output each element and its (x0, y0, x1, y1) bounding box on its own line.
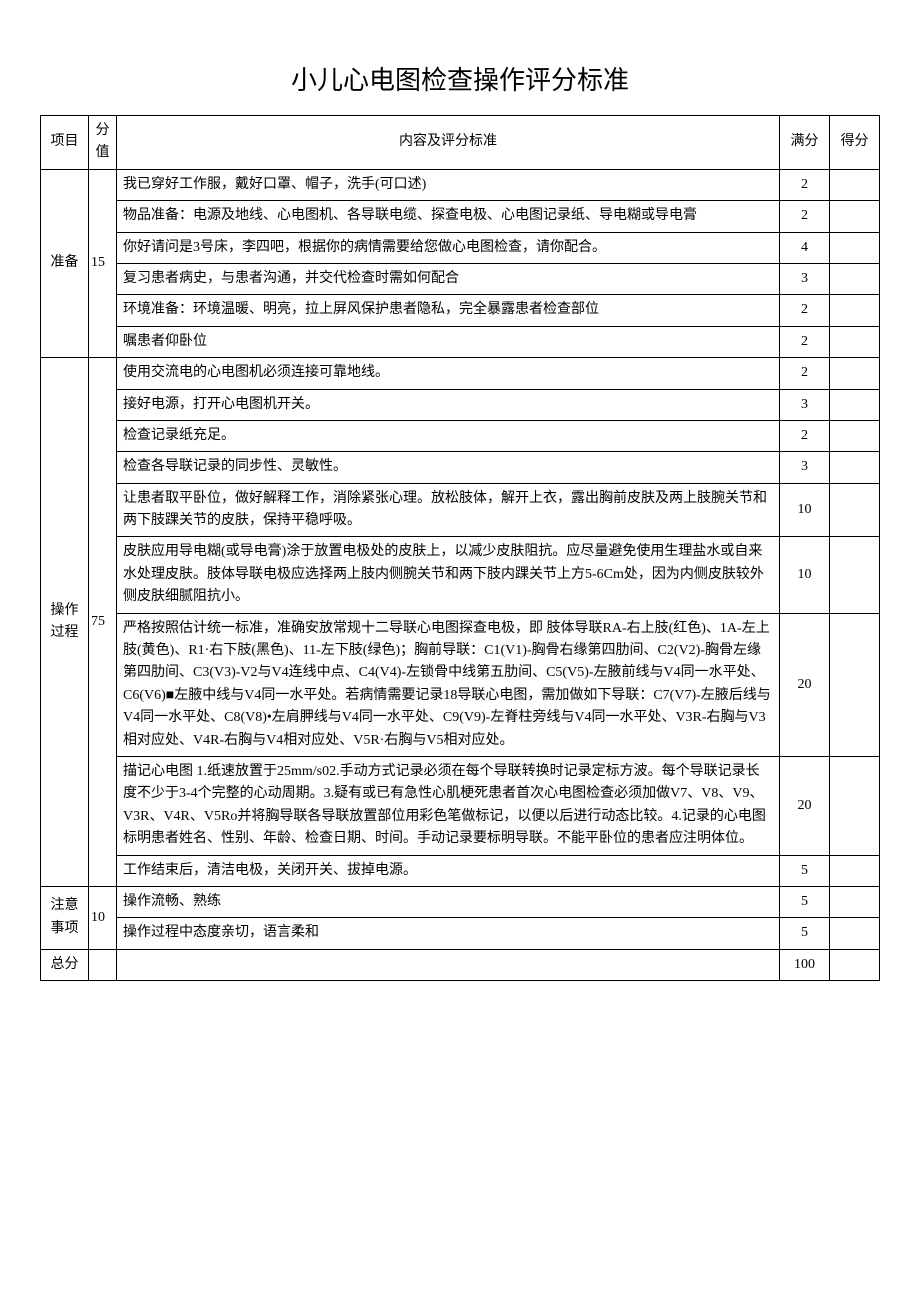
category-cell: 注意事项 (41, 886, 89, 949)
content-cell: 物品准备：电源及地线、心电图机、各导联电缆、探查电极、心电图记录纸、导电糊或导电… (117, 201, 780, 232)
content-cell: 复习患者病史，与患者沟通，并交代检查时需如何配合 (117, 263, 780, 294)
total-content-cell (117, 949, 780, 980)
full-score-cell: 2 (780, 326, 830, 357)
full-score-cell: 2 (780, 201, 830, 232)
total-label-cell: 总分 (41, 949, 89, 980)
score-cell (830, 756, 880, 855)
score-cell (830, 358, 880, 389)
table-row: 检查记录纸充足。2 (41, 420, 880, 451)
score-cell (830, 169, 880, 200)
table-row: 接好电源，打开心电图机开关。3 (41, 389, 880, 420)
content-cell: 接好电源，打开心电图机开关。 (117, 389, 780, 420)
full-score-cell: 20 (780, 613, 830, 756)
table-row: 让患者取平卧位，做好解释工作，消除紧张心理。放松肢体，解开上衣，露出胸前皮肤及两… (41, 483, 880, 537)
table-row: 复习患者病史，与患者沟通，并交代检查时需如何配合3 (41, 263, 880, 294)
full-score-cell: 3 (780, 389, 830, 420)
content-cell: 操作流畅、熟练 (117, 886, 780, 917)
content-cell: 使用交流电的心电图机必须连接可靠地线。 (117, 358, 780, 389)
table-row: 皮肤应用导电糊(或导电膏)涂于放置电极处的皮肤上，以减少皮肤阻抗。应尽量避免使用… (41, 537, 880, 613)
table-row: 你好请问是3号床，李四吧，根据你的病情需要给您做心电图检查，请你配合。4 (41, 232, 880, 263)
full-score-cell: 5 (780, 855, 830, 886)
table-row: 工作结束后，清洁电极，关闭开关、拔掉电源。5 (41, 855, 880, 886)
header-content: 内容及评分标准 (117, 116, 780, 170)
scoring-table: 项目 分值 内容及评分标准 满分 得分 准备15我已穿好工作服，戴好口罩、帽子，… (40, 115, 880, 981)
content-cell: 你好请问是3号床，李四吧，根据你的病情需要给您做心电图检查，请你配合。 (117, 232, 780, 263)
score-cell (830, 326, 880, 357)
full-score-cell: 5 (780, 886, 830, 917)
page-title: 小儿心电图检查操作评分标准 (40, 60, 880, 97)
value-cell: 15 (89, 169, 117, 357)
total-full-cell: 100 (780, 949, 830, 980)
score-cell (830, 232, 880, 263)
full-score-cell: 10 (780, 537, 830, 613)
full-score-cell: 2 (780, 358, 830, 389)
table-row: 操作过程75使用交流电的心电图机必须连接可靠地线。2 (41, 358, 880, 389)
header-score: 得分 (830, 116, 880, 170)
content-cell: 环境准备：环境温暖、明亮，拉上屏风保护患者隐私，完全暴露患者检查部位 (117, 295, 780, 326)
full-score-cell: 3 (780, 263, 830, 294)
content-cell: 我已穿好工作服，戴好口罩、帽子，洗手(可口述) (117, 169, 780, 200)
score-cell (830, 918, 880, 949)
full-score-cell: 2 (780, 420, 830, 451)
content-cell: 嘱患者仰卧位 (117, 326, 780, 357)
score-cell (830, 389, 880, 420)
table-row: 准备15我已穿好工作服，戴好口罩、帽子，洗手(可口述)2 (41, 169, 880, 200)
full-score-cell: 2 (780, 169, 830, 200)
content-cell: 检查记录纸充足。 (117, 420, 780, 451)
full-score-cell: 5 (780, 918, 830, 949)
content-cell: 让患者取平卧位，做好解释工作，消除紧张心理。放松肢体，解开上衣，露出胸前皮肤及两… (117, 483, 780, 537)
value-cell: 75 (89, 358, 117, 887)
score-cell (830, 263, 880, 294)
score-cell (830, 452, 880, 483)
category-cell: 操作过程 (41, 358, 89, 887)
content-cell: 工作结束后，清洁电极，关闭开关、拔掉电源。 (117, 855, 780, 886)
content-cell: 皮肤应用导电糊(或导电膏)涂于放置电极处的皮肤上，以减少皮肤阻抗。应尽量避免使用… (117, 537, 780, 613)
score-cell (830, 855, 880, 886)
full-score-cell: 10 (780, 483, 830, 537)
score-cell (830, 295, 880, 326)
table-row: 物品准备：电源及地线、心电图机、各导联电缆、探查电极、心电图记录纸、导电糊或导电… (41, 201, 880, 232)
table-row: 环境准备：环境温暖、明亮，拉上屏风保护患者隐私，完全暴露患者检查部位2 (41, 295, 880, 326)
table-row: 检查各导联记录的同步性、灵敏性。3 (41, 452, 880, 483)
total-value-cell (89, 949, 117, 980)
table-header-row: 项目 分值 内容及评分标准 满分 得分 (41, 116, 880, 170)
table-row: 严格按照估计统一标准，准确安放常规十二导联心电图探查电极，即 肢体导联RA-右上… (41, 613, 880, 756)
score-cell (830, 886, 880, 917)
table-row: 描记心电图 1.纸速放置于25mm/s02.手动方式记录必须在每个导联转换时记录… (41, 756, 880, 855)
full-score-cell: 20 (780, 756, 830, 855)
score-cell (830, 613, 880, 756)
score-cell (830, 201, 880, 232)
full-score-cell: 3 (780, 452, 830, 483)
header-category: 项目 (41, 116, 89, 170)
value-cell: 10 (89, 886, 117, 949)
full-score-cell: 2 (780, 295, 830, 326)
table-row: 注意事项10操作流畅、熟练5 (41, 886, 880, 917)
content-cell: 操作过程中态度亲切，语言柔和 (117, 918, 780, 949)
header-full: 满分 (780, 116, 830, 170)
table-row: 操作过程中态度亲切，语言柔和5 (41, 918, 880, 949)
score-cell (830, 537, 880, 613)
category-cell: 准备 (41, 169, 89, 357)
content-cell: 检查各导联记录的同步性、灵敏性。 (117, 452, 780, 483)
header-value: 分值 (89, 116, 117, 170)
total-row: 总分 100 (41, 949, 880, 980)
score-cell (830, 420, 880, 451)
full-score-cell: 4 (780, 232, 830, 263)
total-score-cell (830, 949, 880, 980)
content-cell: 描记心电图 1.纸速放置于25mm/s02.手动方式记录必须在每个导联转换时记录… (117, 756, 780, 855)
content-cell: 严格按照估计统一标准，准确安放常规十二导联心电图探查电极，即 肢体导联RA-右上… (117, 613, 780, 756)
table-row: 嘱患者仰卧位2 (41, 326, 880, 357)
score-cell (830, 483, 880, 537)
